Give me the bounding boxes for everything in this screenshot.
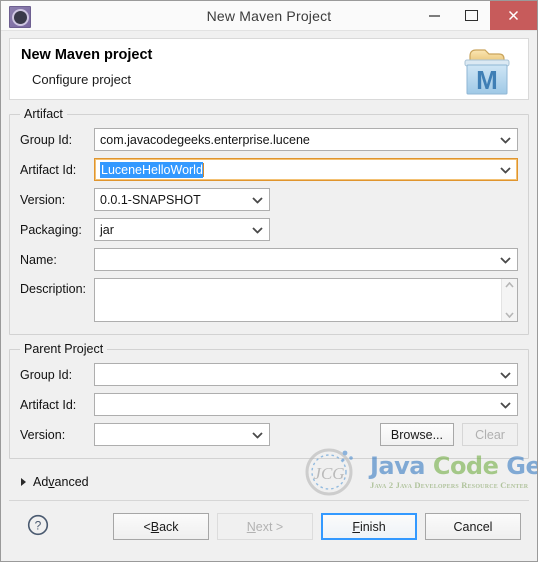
new-maven-project-dialog: New Maven Project New Maven project Conf… bbox=[0, 0, 538, 562]
artifact-packaging-value: jar bbox=[100, 222, 114, 237]
artifact-group-id-row: Group Id: com.javacodegeeks.enterprise.l… bbox=[20, 128, 518, 151]
artifact-name-label: Name: bbox=[20, 252, 57, 267]
dialog-footer: ? < Back Next > Finish Cancel bbox=[9, 500, 529, 553]
artifact-name-combo[interactable] bbox=[94, 248, 518, 271]
parent-version-combo[interactable] bbox=[94, 423, 270, 446]
scroll-up-icon bbox=[505, 282, 514, 288]
parent-project-group: Parent Project Group Id: Artifact Id: Ve… bbox=[9, 342, 529, 459]
svg-text:M: M bbox=[476, 65, 498, 95]
artifact-packaging-row: Packaging: jar bbox=[20, 218, 518, 241]
chevron-down-icon bbox=[500, 166, 511, 173]
browse-button[interactable]: Browse... bbox=[379, 423, 454, 446]
cancel-button[interactable]: Cancel bbox=[425, 513, 521, 540]
wizard-body: Artifact Group Id: com.javacodegeeks.ent… bbox=[1, 107, 537, 489]
maven-project-icon: M bbox=[456, 43, 516, 98]
parent-artifact-id-label: Artifact Id: bbox=[20, 397, 77, 412]
advanced-section-toggle[interactable]: Advanced bbox=[21, 475, 529, 489]
artifact-version-combo[interactable]: 0.0.1-SNAPSHOT bbox=[94, 188, 270, 211]
svg-text:?: ? bbox=[35, 519, 42, 533]
page-subtitle: Configure project bbox=[32, 72, 131, 87]
chevron-right-icon bbox=[21, 478, 26, 486]
parent-group-id-combo[interactable] bbox=[94, 363, 518, 386]
description-scrollbar[interactable] bbox=[501, 279, 517, 321]
maximize-icon bbox=[465, 10, 478, 21]
chevron-down-icon bbox=[500, 401, 511, 408]
close-icon bbox=[508, 10, 519, 21]
close-button[interactable] bbox=[490, 1, 537, 30]
artifact-group-id-label: Group Id: bbox=[20, 132, 73, 147]
artifact-packaging-combo[interactable]: jar bbox=[94, 218, 270, 241]
artifact-version-row: Version: 0.0.1-SNAPSHOT bbox=[20, 188, 518, 211]
artifact-packaging-label: Packaging: bbox=[20, 222, 82, 237]
chevron-down-icon bbox=[252, 431, 263, 438]
artifact-name-row: Name: bbox=[20, 248, 518, 271]
title-bar: New Maven Project bbox=[1, 1, 537, 31]
artifact-version-value: 0.0.1-SNAPSHOT bbox=[100, 192, 201, 207]
scroll-down-icon bbox=[505, 312, 514, 318]
artifact-group: Artifact Group Id: com.javacodegeeks.ent… bbox=[9, 107, 529, 335]
back-button[interactable]: < Back bbox=[113, 513, 209, 540]
next-button[interactable]: Next > bbox=[217, 513, 313, 540]
artifact-group-id-combo[interactable]: com.javacodegeeks.enterprise.lucene bbox=[94, 128, 518, 151]
chevron-down-icon bbox=[252, 226, 263, 233]
artifact-artifact-id-value: LuceneHelloWorld bbox=[100, 161, 203, 178]
parent-group-id-row: Group Id: bbox=[20, 363, 518, 386]
parent-group-id-label: Group Id: bbox=[20, 367, 73, 382]
parent-version-row: Version: Browse... Clear bbox=[20, 423, 518, 446]
parent-artifact-id-row: Artifact Id: bbox=[20, 393, 518, 416]
footer-button-group: < Back Next > Finish Cancel bbox=[113, 513, 521, 540]
chevron-down-icon bbox=[500, 256, 511, 263]
maximize-button[interactable] bbox=[453, 1, 490, 30]
wizard-header: New Maven project Configure project M bbox=[9, 38, 529, 100]
artifact-artifact-id-row: Artifact Id: LuceneHelloWorld bbox=[20, 158, 518, 181]
artifact-artifact-id-label: Artifact Id: bbox=[20, 162, 77, 177]
parent-artifact-id-combo[interactable] bbox=[94, 393, 518, 416]
help-button[interactable]: ? bbox=[27, 514, 49, 536]
clear-button[interactable]: Clear bbox=[462, 423, 518, 446]
advanced-label: Advanced bbox=[33, 475, 89, 489]
minimize-icon bbox=[429, 14, 440, 17]
chevron-down-icon bbox=[500, 136, 511, 143]
artifact-version-label: Version: bbox=[20, 192, 66, 207]
artifact-description-input[interactable] bbox=[94, 278, 518, 322]
artifact-artifact-id-combo[interactable]: LuceneHelloWorld bbox=[94, 158, 518, 181]
text-caret bbox=[202, 162, 204, 177]
parent-project-group-legend: Parent Project bbox=[20, 342, 108, 356]
chevron-down-icon bbox=[252, 196, 263, 203]
artifact-group-id-value: com.javacodegeeks.enterprise.lucene bbox=[100, 132, 310, 147]
artifact-description-label: Description: bbox=[20, 282, 86, 296]
window-controls bbox=[416, 1, 537, 30]
eclipse-icon bbox=[9, 6, 31, 28]
parent-version-label: Version: bbox=[20, 427, 66, 442]
chevron-down-icon bbox=[500, 371, 511, 378]
artifact-group-legend: Artifact bbox=[20, 107, 67, 121]
minimize-button[interactable] bbox=[416, 1, 453, 30]
artifact-description-row: Description: bbox=[20, 278, 518, 322]
page-title: New Maven project bbox=[21, 47, 153, 63]
gear-glyph bbox=[13, 10, 27, 24]
finish-button[interactable]: Finish bbox=[321, 513, 417, 540]
